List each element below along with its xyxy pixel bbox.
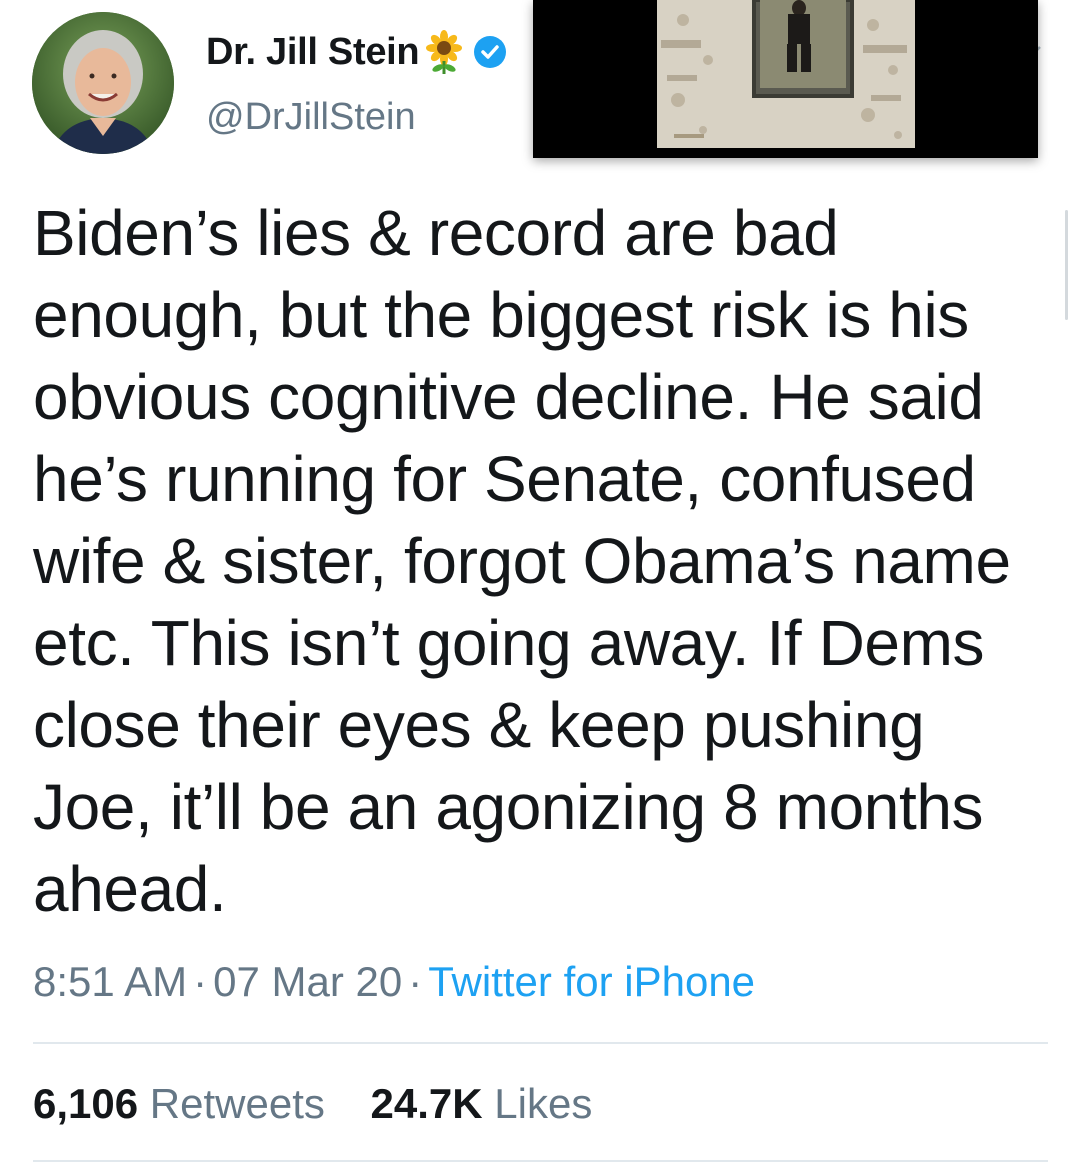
tweet-time: 8:51 AM bbox=[33, 958, 188, 1005]
divider bbox=[33, 1042, 1048, 1044]
author-handle[interactable]: @DrJillStein bbox=[206, 96, 416, 139]
tweet-source-link[interactable]: Twitter for iPhone bbox=[428, 958, 755, 1005]
meta-separator: · bbox=[193, 958, 208, 1005]
tweet-meta: 8:51 AM · 07 Mar 20 · Twitter for iPhone bbox=[33, 958, 755, 1006]
sunflower-icon bbox=[421, 29, 467, 75]
video-overlay[interactable] bbox=[533, 0, 1038, 158]
divider bbox=[33, 1160, 1048, 1162]
retweets-count: 6,106 bbox=[33, 1080, 139, 1127]
verified-badge-icon bbox=[473, 35, 507, 69]
author-name-row: Dr. Jill Stein bbox=[206, 24, 507, 80]
scrollbar-thumb[interactable] bbox=[1065, 210, 1068, 320]
likes-stat[interactable]: 24.7K Likes bbox=[371, 1080, 593, 1127]
likes-count: 24.7K bbox=[370, 1080, 483, 1127]
retweets-stat[interactable]: 6,106 Retweets bbox=[33, 1080, 325, 1127]
tweet-stats: 6,106 Retweets 24.7K Likes bbox=[33, 1080, 626, 1128]
tweet-text: Biden’s lies & record are bad enough, bu… bbox=[33, 197, 1011, 925]
avatar[interactable] bbox=[32, 12, 174, 154]
meta-separator: · bbox=[408, 958, 423, 1005]
author-display-name[interactable]: Dr. Jill Stein bbox=[206, 31, 420, 74]
likes-label: Likes bbox=[494, 1080, 593, 1127]
retweets-label: Retweets bbox=[149, 1080, 325, 1127]
tweet-date: 07 Mar 20 bbox=[213, 958, 403, 1005]
avatar-photo bbox=[32, 12, 174, 154]
video-thumbnail bbox=[533, 0, 1038, 158]
